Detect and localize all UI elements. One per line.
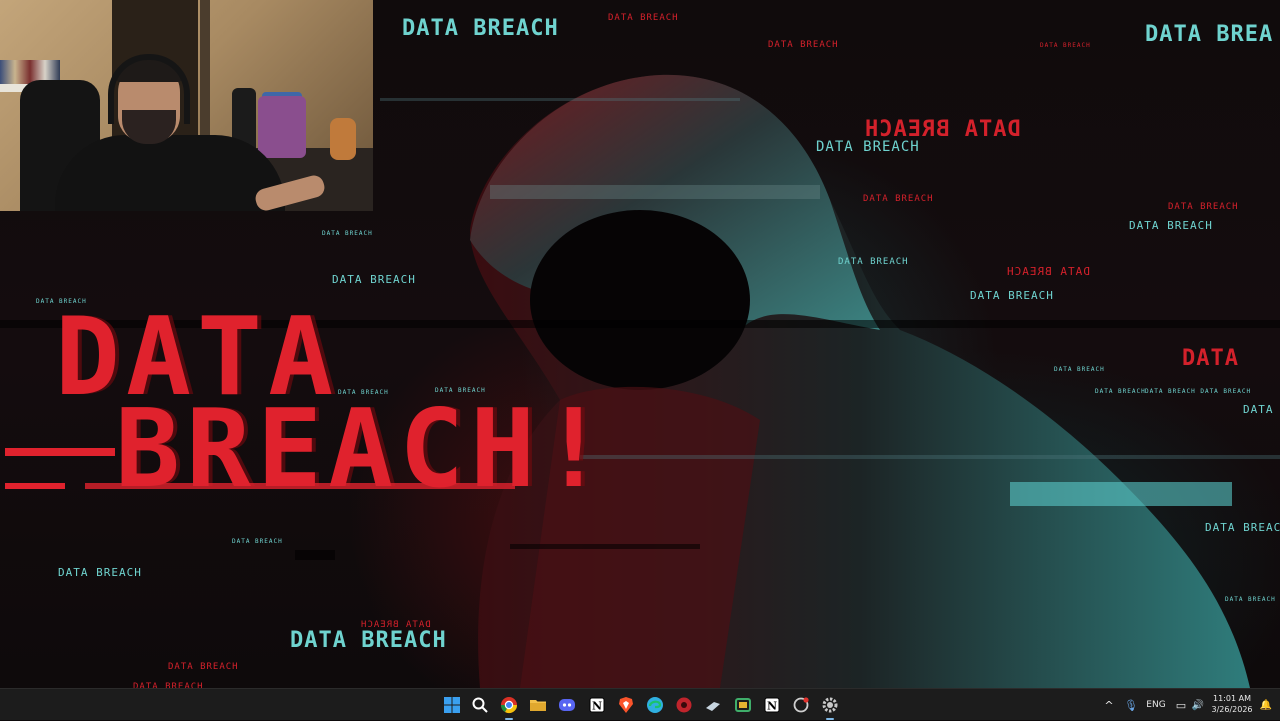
- chrome-icon: [500, 696, 518, 714]
- edge-icon: [646, 696, 664, 714]
- data-breach-label: DATA BREACH: [1225, 596, 1276, 603]
- brave-icon: [617, 696, 635, 714]
- clock-date: 3/26/2026: [1211, 705, 1253, 714]
- window-icon: [734, 696, 752, 714]
- search-button[interactable]: [468, 693, 492, 717]
- gear-icon: [821, 696, 839, 714]
- glitch-bar: [85, 483, 515, 489]
- show-hidden-icons-chevron-icon[interactable]: ^: [1100, 689, 1118, 721]
- discord-icon: [558, 696, 576, 714]
- file-explorer-app[interactable]: [526, 693, 550, 717]
- data-breach-label: DATA BREACH: [1095, 388, 1146, 395]
- app-bubble[interactable]: [789, 693, 813, 717]
- data-breach-label: DATA BREA: [1145, 22, 1274, 47]
- app-green-window[interactable]: [731, 693, 755, 717]
- data-breach-label: DATA BREACH: [322, 230, 373, 237]
- data-breach-label: DATA BREACH: [1006, 265, 1090, 278]
- chrome-app[interactable]: [497, 693, 521, 720]
- microphone-icon[interactable]: 🎙: [1122, 689, 1140, 721]
- data-breach-label: DATA B: [1243, 403, 1280, 416]
- data-breach-label: DATA BREACH: [608, 13, 679, 23]
- notion-app[interactable]: N: [585, 693, 609, 717]
- data-breach-label: DATA BREACH: [232, 538, 283, 545]
- chat-icon: [792, 696, 810, 714]
- data-breach-label: DATA BREACH: [863, 194, 934, 204]
- data-breach-label: DATA BREACH DATA BREACH: [1145, 388, 1252, 395]
- data-breach-label: DATA BREACH: [816, 139, 920, 155]
- notion-app-2[interactable]: N: [760, 693, 784, 717]
- red-circle-icon: [675, 696, 693, 714]
- webcam-overlay: [0, 0, 373, 211]
- data-breach-label: DATA: [1182, 346, 1239, 371]
- data-breach-label: DATA BREACH: [332, 273, 416, 286]
- network-icon[interactable]: ▭: [1173, 689, 1189, 721]
- app-red[interactable]: [672, 693, 696, 717]
- windows-icon: [443, 696, 461, 714]
- data-breach-label: DATA BREACH: [402, 16, 559, 41]
- discord-app[interactable]: [555, 693, 579, 717]
- notion-icon: N: [763, 696, 781, 714]
- data-breach-label: DATA BREACH: [970, 289, 1054, 302]
- data-breach-label: DATA BREACH: [290, 628, 447, 653]
- data-breach-label: DATA BREACH: [1054, 366, 1105, 373]
- steam-icon: [704, 696, 722, 714]
- data-breach-label: DATA BREACH: [168, 662, 239, 672]
- search-icon: [471, 696, 489, 714]
- edge-app[interactable]: [643, 693, 667, 717]
- data-breach-label: DATA BREACH: [1168, 202, 1239, 212]
- data-breach-label: DATA BREACH: [58, 566, 142, 579]
- steam-app[interactable]: [701, 693, 725, 717]
- notification-bell-icon[interactable]: 🔔: [1258, 689, 1274, 721]
- big-data-breach-title: DATA BREACH!: [55, 304, 612, 504]
- glitch-bar: [5, 448, 115, 456]
- start-button[interactable]: [440, 693, 464, 717]
- data-breach-label: DATA BREACH: [1129, 219, 1213, 232]
- clock-time: 11:01 AM: [1213, 694, 1251, 703]
- data-breach-label: DATA BREACH: [1040, 42, 1091, 49]
- glitch-bar: [5, 483, 65, 489]
- taskbar: N N ^ 🎙 ENG ▭ 🔊 11:01 AM 3/26/2026 🔔: [0, 688, 1280, 720]
- volume-icon[interactable]: 🔊: [1190, 689, 1206, 721]
- svg-text:N: N: [767, 700, 777, 713]
- folder-icon: [529, 696, 547, 714]
- data-breach-label: DATA BREACH: [838, 257, 909, 267]
- language-indicator[interactable]: ENG: [1144, 689, 1168, 721]
- notion-icon: N: [588, 696, 606, 714]
- system-clock[interactable]: 11:01 AM 3/26/2026: [1206, 693, 1258, 715]
- data-breach-label: DATA BREACH: [768, 40, 839, 50]
- svg-text:N: N: [592, 700, 602, 713]
- data-breach-label: DATA BREACH: [1205, 521, 1280, 534]
- brave-app[interactable]: [614, 693, 638, 717]
- settings-app[interactable]: [818, 693, 842, 720]
